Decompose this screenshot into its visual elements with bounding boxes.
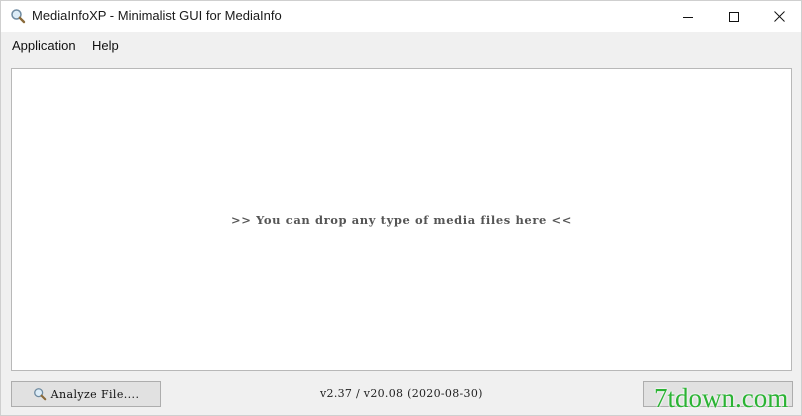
menu-bar: Application Help [1, 32, 801, 59]
title-bar[interactable]: MediaInfoXP - Minimalist GUI for MediaIn… [1, 1, 801, 32]
drop-area[interactable]: >> You can drop any type of media files … [11, 68, 792, 371]
maximize-button[interactable] [711, 1, 757, 32]
close-icon [773, 11, 785, 22]
analyze-file-button[interactable]: Analyze File.... [11, 381, 161, 407]
window-title: MediaInfoXP - Minimalist GUI for MediaIn… [32, 8, 282, 23]
maximize-icon [729, 11, 739, 22]
drop-hint-text: >> You can drop any type of media files … [231, 213, 572, 227]
menu-help[interactable]: Help [92, 38, 119, 53]
minimize-icon [683, 16, 693, 18]
magnifier-icon [33, 388, 46, 401]
version-label: v2.37 / v20.08 (2020-08-30) [320, 387, 483, 400]
menu-application[interactable]: Application [12, 38, 76, 53]
magnifier-icon [11, 9, 26, 24]
watermark-logo: 7tdown.com [654, 383, 789, 413]
app-window: MediaInfoXP - Minimalist GUI for MediaIn… [0, 0, 802, 416]
minimize-button[interactable] [665, 1, 711, 32]
analyze-file-label: Analyze File.... [50, 387, 140, 401]
close-button[interactable] [756, 1, 802, 32]
